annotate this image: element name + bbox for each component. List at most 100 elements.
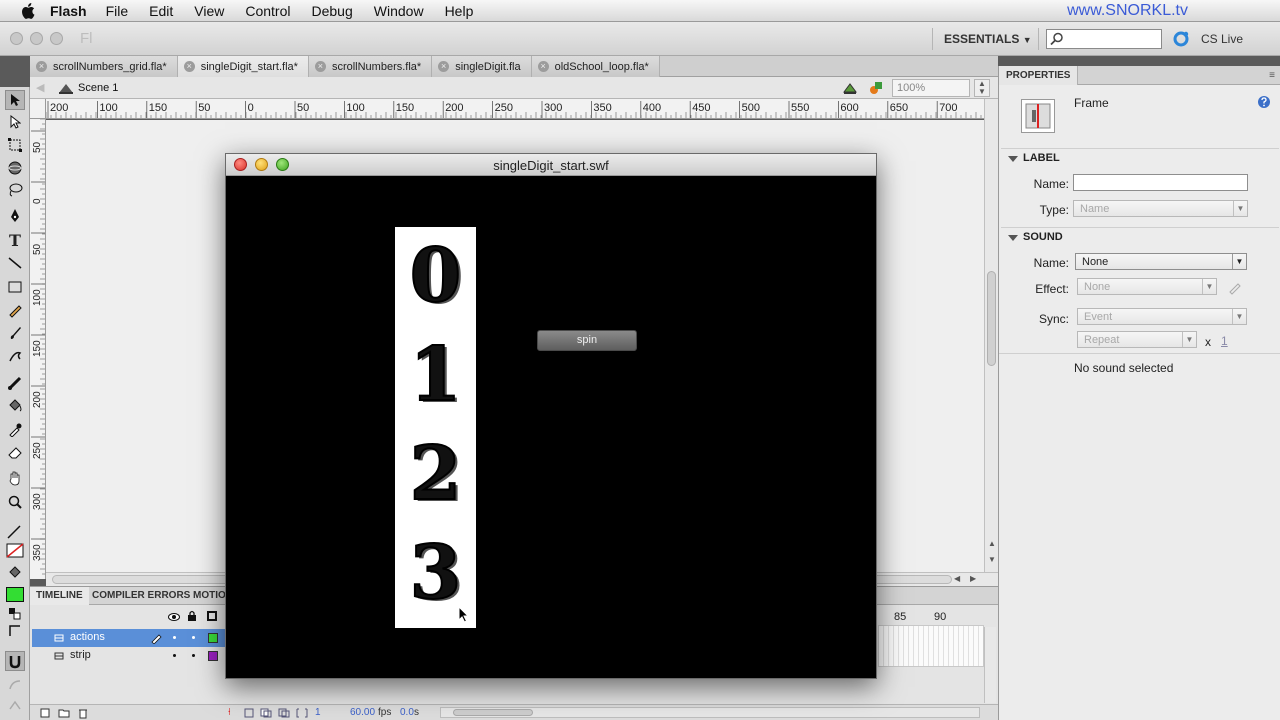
cs-live-button[interactable]: CS Live: [1201, 32, 1243, 46]
layer-row-actions[interactable]: actions: [32, 629, 228, 647]
menu-control[interactable]: Control: [245, 3, 290, 19]
lasso-tool-icon[interactable]: [5, 180, 25, 200]
sync-select[interactable]: Event ▼: [1077, 308, 1247, 325]
swf-minimize-button[interactable]: [255, 158, 268, 171]
layer-outline-color[interactable]: [208, 651, 218, 661]
cs-live-icon[interactable]: [1172, 30, 1190, 51]
menu-edit[interactable]: Edit: [149, 3, 173, 19]
document-tab-active[interactable]: × singleDigit_start.fla*: [177, 56, 309, 77]
back-arrow-icon[interactable]: ◀: [36, 81, 44, 94]
visibility-dot[interactable]: [173, 636, 176, 639]
close-icon[interactable]: ×: [438, 61, 450, 72]
menu-view[interactable]: View: [194, 3, 224, 19]
swf-window-titlebar[interactable]: singleDigit_start.swf: [226, 154, 876, 176]
new-folder-icon[interactable]: [58, 708, 70, 720]
edit-multiple-frames-icon[interactable]: [296, 708, 308, 720]
frame-grid[interactable]: [878, 625, 984, 667]
line-tool-icon[interactable]: [5, 253, 25, 273]
lock-dot[interactable]: [192, 636, 195, 639]
section-sound[interactable]: SOUND: [1001, 227, 1279, 247]
workspace-switcher[interactable]: ESSENTIALS ▼: [944, 32, 1032, 46]
document-tab[interactable]: × scrollNumbers_grid.fla*: [30, 56, 178, 77]
close-icon[interactable]: ×: [183, 61, 195, 72]
current-frame[interactable]: 1: [315, 707, 321, 718]
edit-scene-icon[interactable]: [842, 80, 858, 99]
layer-row-strip[interactable]: strip: [32, 647, 228, 665]
timeline-vertical-scrollbar[interactable]: [984, 627, 996, 703]
frame-name-field[interactable]: [1073, 174, 1248, 191]
apple-icon[interactable]: [20, 2, 36, 19]
stroke-color-icon[interactable]: [5, 523, 25, 543]
straighten-icon[interactable]: [5, 695, 25, 715]
selection-tool-icon[interactable]: [5, 90, 25, 110]
brush-tool-icon[interactable]: [5, 323, 25, 343]
menu-file[interactable]: File: [106, 3, 129, 19]
eye-icon[interactable]: [168, 611, 180, 625]
help-search-input[interactable]: [1046, 29, 1162, 49]
tab-compiler-errors[interactable]: COMPILER ERRORS: [86, 587, 196, 605]
menu-debug[interactable]: Debug: [312, 3, 353, 19]
close-icon[interactable]: ×: [314, 61, 326, 72]
hand-tool-icon[interactable]: [5, 468, 25, 488]
eyedropper-tool-icon[interactable]: [5, 419, 25, 439]
document-tab[interactable]: × singleDigit.fla: [432, 56, 532, 77]
window-close-button[interactable]: [10, 32, 23, 45]
new-layer-icon[interactable]: [40, 708, 50, 720]
fill-bucket-icon[interactable]: [5, 563, 25, 583]
scrollbar-thumb[interactable]: [987, 271, 996, 366]
playhead-icon[interactable]: ⍿: [228, 707, 231, 718]
lock-dot[interactable]: [192, 654, 195, 657]
close-icon[interactable]: ×: [537, 61, 549, 72]
lock-icon[interactable]: [187, 610, 197, 625]
onion-outline-icon[interactable]: [278, 708, 290, 720]
stage-vertical-scrollbar[interactable]: ▲ ▼: [984, 99, 998, 572]
section-label[interactable]: LABEL: [1001, 148, 1279, 168]
document-tab[interactable]: × oldSchool_loop.fla*: [531, 56, 660, 77]
3d-rotation-tool-icon[interactable]: [5, 158, 25, 178]
layer-outline-color[interactable]: [208, 633, 218, 643]
default-colors-icon[interactable]: [5, 621, 25, 641]
subselection-tool-icon[interactable]: [5, 112, 25, 132]
fill-swatch[interactable]: [5, 584, 25, 604]
outline-icon[interactable]: [207, 611, 217, 621]
stroke-swatch[interactable]: [5, 541, 25, 561]
scrollbar-thumb[interactable]: [453, 709, 533, 716]
tab-timeline[interactable]: TIMELINE: [30, 587, 89, 605]
repeat-select[interactable]: Repeat ▼: [1077, 331, 1197, 348]
text-tool-icon[interactable]: T: [5, 230, 25, 250]
tab-properties[interactable]: PROPERTIES: [999, 66, 1079, 85]
trash-icon[interactable]: [78, 707, 88, 720]
center-frame-icon[interactable]: [244, 708, 254, 720]
frame-rate[interactable]: 60.00: [350, 707, 375, 718]
zoom-input[interactable]: 100%: [892, 79, 970, 97]
timeline-horizontal-scrollbar[interactable]: [440, 707, 980, 718]
menu-flash[interactable]: Flash: [50, 3, 87, 19]
rectangle-tool-icon[interactable]: [5, 277, 25, 297]
menu-window[interactable]: Window: [374, 3, 424, 19]
window-zoom-button[interactable]: [50, 32, 63, 45]
menu-help[interactable]: Help: [445, 3, 474, 19]
spin-button[interactable]: spin: [537, 330, 637, 351]
free-transform-tool-icon[interactable]: [5, 135, 25, 155]
close-icon[interactable]: ×: [36, 61, 47, 72]
pencil-tool-icon[interactable]: [5, 300, 25, 320]
help-icon[interactable]: [1257, 95, 1271, 112]
onion-skin-icon[interactable]: [260, 708, 272, 720]
swf-close-button[interactable]: [234, 158, 247, 171]
effect-select[interactable]: None ▼: [1077, 278, 1217, 295]
scroll-left-arrow-icon[interactable]: ◀: [954, 574, 960, 583]
sound-name-select[interactable]: None ▼: [1075, 253, 1247, 270]
eraser-tool-icon[interactable]: [5, 442, 25, 462]
scroll-up-arrow-icon[interactable]: ▲: [988, 539, 996, 548]
visibility-dot[interactable]: [173, 654, 176, 657]
snap-to-objects-icon[interactable]: [5, 651, 25, 671]
bone-tool-icon[interactable]: [5, 373, 25, 393]
label-type-select[interactable]: Name ▼: [1073, 200, 1248, 217]
pen-tool-icon[interactable]: [5, 206, 25, 226]
zoom-tool-icon[interactable]: [5, 492, 25, 512]
zoom-stepper[interactable]: ▲ ▼: [974, 79, 990, 97]
scroll-down-arrow-icon[interactable]: ▼: [988, 555, 996, 564]
edit-symbols-icon[interactable]: [868, 80, 884, 99]
smooth-icon[interactable]: [5, 675, 25, 695]
paint-bucket-tool-icon[interactable]: [5, 396, 25, 416]
